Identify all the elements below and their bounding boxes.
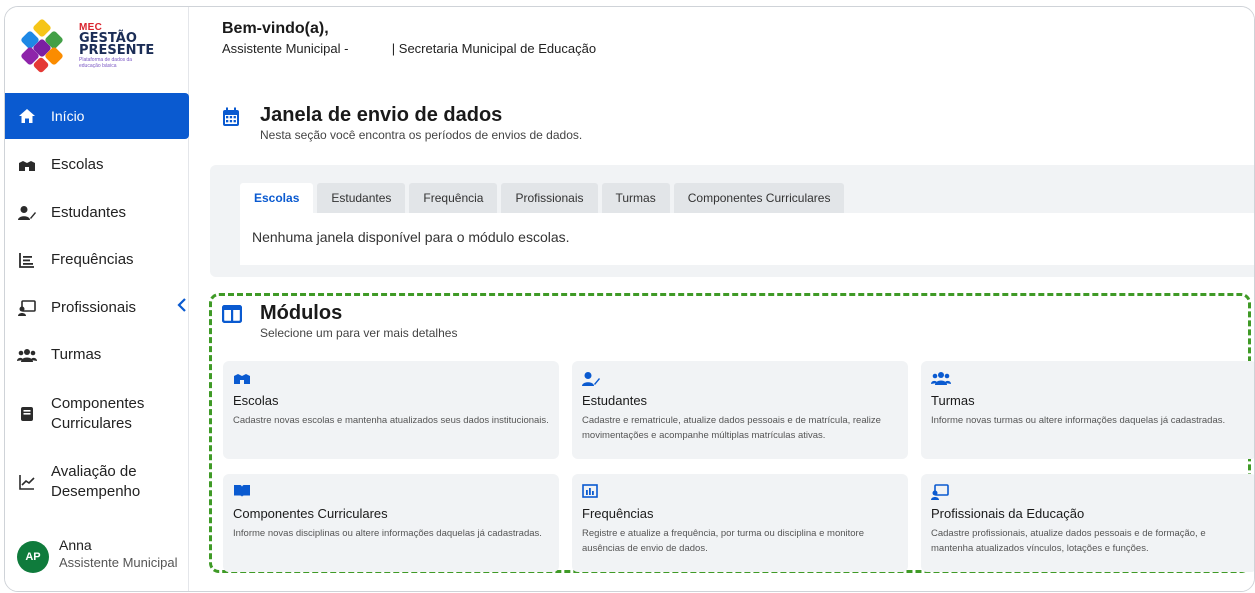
- user-name: Anna: [59, 537, 92, 553]
- user-profile[interactable]: AP Anna Assistente Municipal: [17, 535, 178, 573]
- sidebar: MEC GESTÃO PRESENTE Plataforma de dados …: [5, 7, 189, 591]
- calendar-icon: [222, 107, 242, 127]
- tab-escolas[interactable]: Escolas: [240, 183, 314, 213]
- logo[interactable]: MEC GESTÃO PRESENTE Plataforma de dados …: [13, 15, 183, 79]
- sidebar-item-label: Estudantes: [51, 204, 127, 221]
- user-role: Assistente Municipal: [59, 555, 178, 570]
- janela-panel: Escolas Estudantes Frequência Profission…: [210, 165, 1254, 277]
- module-card-turmas[interactable]: Turmas Informe novas turmas ou altere in…: [921, 361, 1254, 459]
- modulos-header: Módulos Selecione um para ver mais detal…: [221, 301, 458, 340]
- card-title: Escolas: [233, 393, 279, 408]
- trend-icon: [17, 472, 37, 492]
- janela-subtitle: Nesta seção você encontra os períodos de…: [260, 128, 583, 142]
- app-window: MEC GESTÃO PRESENTE Plataforma de dados …: [4, 6, 1255, 592]
- module-card-estudantes[interactable]: Estudantes Cadastre e rematricule, atual…: [572, 361, 908, 459]
- module-card-escolas[interactable]: Escolas Cadastre novas escolas e mantenh…: [223, 361, 559, 459]
- student-icon: [582, 371, 600, 387]
- sidebar-item-inicio[interactable]: Início: [5, 93, 189, 139]
- module-card-frequencias[interactable]: Frequências Registre e atualize a frequê…: [572, 474, 908, 572]
- avatar: AP: [17, 541, 49, 573]
- sidebar-item-frequencias[interactable]: Frequências: [5, 250, 189, 270]
- columns-icon: [221, 304, 243, 325]
- card-description: Cadastre novas escolas e mantenha atuali…: [233, 415, 549, 426]
- welcome-role: Assistente Municipal - | Secretaria Muni…: [222, 41, 597, 56]
- card-title: Estudantes: [582, 393, 648, 408]
- collapse-sidebar-button[interactable]: [177, 297, 191, 317]
- card-title: Profissionais da Educação: [931, 506, 1085, 521]
- sidebar-item-label: Início: [51, 108, 85, 124]
- student-icon: [17, 203, 37, 223]
- tab-profissionais[interactable]: Profissionais: [501, 183, 598, 213]
- home-icon: [17, 106, 37, 126]
- list-icon: [17, 250, 37, 270]
- card-description: Cadastre e rematricule, atualize dados p…: [582, 415, 881, 441]
- groups-icon: [931, 371, 951, 387]
- sidebar-item-label: Avaliação de Desempenho: [51, 463, 141, 500]
- sidebar-item-label: Frequências: [51, 251, 134, 268]
- card-title: Componentes Curriculares: [233, 506, 388, 521]
- module-card-componentes[interactable]: Componentes Curriculares Informe novas d…: [223, 474, 559, 572]
- card-title: Turmas: [931, 393, 975, 408]
- card-description: Informe novas turmas ou altere informaçõ…: [931, 415, 1226, 426]
- school-icon: [233, 371, 251, 387]
- groups-icon: [17, 345, 37, 365]
- tab-turmas[interactable]: Turmas: [601, 183, 670, 213]
- janela-title: Janela de envio de dados: [260, 104, 503, 126]
- sidebar-item-avaliacao[interactable]: Avaliação de Desempenho: [5, 461, 189, 503]
- sidebar-item-componentes[interactable]: Componentes Curriculares: [5, 393, 189, 435]
- welcome-header: Bem-vindo(a), Assistente Municipal - | S…: [222, 19, 596, 56]
- school-icon: [17, 155, 37, 175]
- book-icon: [17, 404, 37, 424]
- card-description: Informe novas disciplinas ou altere info…: [233, 528, 542, 539]
- presentation-icon: [931, 484, 949, 500]
- sidebar-item-label: Escolas: [51, 156, 104, 173]
- logo-subtitle: Plataforma de dados da educação básica: [79, 57, 133, 69]
- empty-message: Nenhuma janela disponível para o módulo …: [252, 229, 570, 245]
- module-card-profissionais[interactable]: Profissionais da Educação Cadastre profi…: [921, 474, 1254, 572]
- chart-icon: [582, 484, 600, 500]
- janela-header: Janela de envio de dados Nesta seção voc…: [222, 103, 582, 142]
- logo-title-2: PRESENTE: [79, 43, 155, 58]
- modulos-title: Módulos: [260, 302, 343, 324]
- tab-estudantes[interactable]: Estudantes: [317, 183, 406, 213]
- tab-content: Nenhuma janela disponível para o módulo …: [240, 213, 1254, 265]
- sidebar-item-turmas[interactable]: Turmas: [5, 345, 189, 365]
- sidebar-item-label: Turmas: [51, 346, 102, 363]
- modulos-subtitle: Selecione um para ver mais detalhes: [260, 326, 458, 340]
- logo-mark-icon: [21, 19, 63, 73]
- presentation-icon: [17, 298, 37, 318]
- main-content: Bem-vindo(a), Assistente Municipal - | S…: [190, 7, 1254, 591]
- chevron-left-icon: [177, 298, 186, 312]
- janela-tabs: Escolas Estudantes Frequência Profission…: [240, 183, 848, 213]
- tab-frequencia[interactable]: Frequência: [409, 183, 498, 213]
- sidebar-item-profissionais[interactable]: Profissionais: [5, 298, 189, 318]
- book-icon: [233, 484, 251, 500]
- card-title: Frequências: [582, 506, 654, 521]
- tab-componentes-curriculares[interactable]: Componentes Curriculares: [673, 183, 845, 213]
- sidebar-item-estudantes[interactable]: Estudantes: [5, 203, 189, 223]
- sidebar-item-escolas[interactable]: Escolas: [5, 155, 189, 175]
- card-description: Cadastre profissionais, atualize dados p…: [931, 528, 1206, 554]
- sidebar-item-label: Profissionais: [51, 299, 137, 316]
- card-description: Registre e atualize a frequência, por tu…: [582, 528, 864, 554]
- welcome-title: Bem-vindo(a),: [222, 20, 329, 37]
- sidebar-item-label: Componentes Curriculares: [51, 395, 145, 432]
